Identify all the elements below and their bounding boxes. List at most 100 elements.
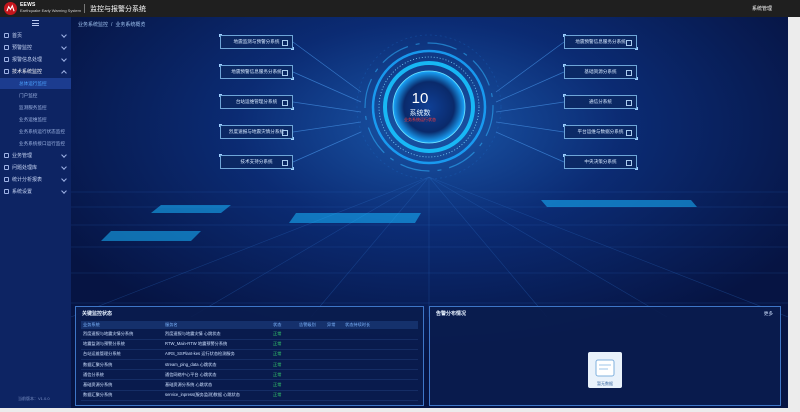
table-row[interactable]: 烈度速报与地震灾情分系统 烈度速报与地震灾情 心跳状态 正常 — [81, 329, 418, 340]
table-row[interactable]: 通信分系统 通信网络中心平台 心跳状态 正常 — [81, 369, 418, 381]
app-frame: EEWS Earthquake Early Warning System 监控与… — [0, 0, 800, 412]
sidebar-subitem-monitoring-service[interactable]: 监测服务监控 — [0, 102, 71, 113]
sidebar-item-label: 预警监控 — [12, 45, 33, 51]
table-row[interactable]: 台站运维管理分系统 AIRS_SSPlant-kes 运行状态检测服务 正常 — [81, 349, 418, 361]
sidebar-item-tech-monitor[interactable]: 技术系统监控 — [0, 66, 71, 77]
header-divider — [84, 4, 85, 13]
table-cell — [297, 339, 325, 350]
column-header: 状态 — [271, 321, 297, 329]
sidebar-subitem-overall[interactable]: 总体运行监控 — [0, 78, 71, 89]
table-cell: 通信分系统 — [81, 369, 163, 381]
table-row[interactable]: 基础资源分系统 基础资源分系统 心跳状态 正常 — [81, 379, 418, 391]
panel-title: 告警分布情况 — [436, 311, 467, 317]
sidebar-item-reports[interactable]: 统计分析报表 — [0, 174, 71, 185]
table-cell: 基础资源分系统 — [81, 379, 163, 391]
table-cell — [343, 379, 418, 391]
table-row[interactable]: 数据汇聚分系统 service_inpress(服务监测)数据 心跳状态 正常 — [81, 390, 418, 401]
table-cell — [325, 369, 343, 381]
subsystem-right-5[interactable]: 中央决策分系统 — [563, 154, 638, 170]
menu-toggle-icon[interactable] — [32, 20, 39, 26]
sidebar-item-label: 技术系统监控 — [12, 69, 43, 75]
subsystem-left-2[interactable]: 地震预警信息服务分系统 — [219, 64, 294, 80]
table-cell — [325, 339, 343, 350]
subsystem-left-1[interactable]: 地震监测与预警分系统 — [219, 34, 294, 50]
sidebar-subitem-interface[interactable]: 业务系统接口运行监控 — [0, 138, 71, 149]
table-cell — [343, 359, 418, 371]
column-header: 服务名 — [163, 321, 271, 329]
subsystem-label: 技术支持分系统 — [240, 159, 273, 164]
more-link[interactable]: 更多 — [764, 311, 773, 317]
subsystem-left-4[interactable]: 烈度速报与地震灾情分系统 — [219, 124, 294, 140]
breadcrumb: 业务系统监控 / 业务系统概览 — [78, 22, 146, 28]
sidebar-item-business[interactable]: 业务管理 — [0, 150, 71, 161]
top-header: EEWS Earthquake Early Warning System 监控与… — [0, 0, 800, 17]
table-cell: 地震监测与预警分系统 — [81, 339, 163, 350]
table-cell: AIRS_SSPlant-kes 运行状态检测服务 — [163, 349, 271, 361]
subsystem-label: 烈度速报与地震灾情分系统 — [228, 129, 285, 134]
brand-logo-icon — [4, 2, 17, 15]
column-header: 业务系统 — [81, 321, 163, 329]
subsystem-right-3[interactable]: 通信分系统 — [563, 94, 638, 110]
chevron-down-icon — [61, 176, 67, 182]
sidebar: 首页 预警监控 报警信息处理 技术系统监控 总体运行监控 门户监控 监测服务监控… — [0, 17, 71, 408]
sidebar-subitem-run-state[interactable]: 业务系统运行状态监控 — [0, 126, 71, 137]
subsystem-left-5[interactable]: 技术支持分系统 — [219, 154, 294, 170]
table-cell — [297, 369, 325, 381]
subsystem-label: 地震监测与预警分系统 — [233, 39, 280, 44]
subsystem-label: 台站运维管理分系统 — [235, 99, 278, 104]
gear-icon — [4, 189, 9, 194]
sidebar-subitem-ops[interactable]: 业务运维监控 — [0, 114, 71, 125]
version-label: 当前版本：V1.0.0 — [18, 396, 50, 401]
table-cell — [325, 359, 343, 371]
table-cell: stream_ping_data 心跳状态 — [163, 359, 271, 371]
subsystem-left-3[interactable]: 台站运维管理分系统 — [219, 94, 294, 110]
table-cell — [297, 349, 325, 361]
sidebar-subitem-portal[interactable]: 门户监控 — [0, 90, 71, 101]
user-menu[interactable]: 系统管理 — [752, 5, 772, 12]
sidebar-item-settings[interactable]: 系统设置 — [0, 186, 71, 197]
breadcrumb-current: 业务系统概览 — [115, 22, 146, 28]
subsystem-right-2[interactable]: 基础资源分系统 — [563, 64, 638, 80]
sidebar-item-alarm-processing[interactable]: 报警信息处理 — [0, 54, 71, 65]
table-cell — [325, 379, 343, 391]
column-header: 异常 — [325, 321, 343, 329]
main-content: 业务系统监控 / 业务系统概览 地震监测与预警分系统 地震预警信息服务分系统 台站运… — [71, 17, 788, 408]
status-table: 业务系统 服务名 状态 告警级别 异常 状态持续时长 烈度速报与地震灾情分系统烈… — [81, 321, 418, 401]
subsystem-label: 地震预警信息服务分系统 — [231, 69, 282, 74]
table-cell — [297, 329, 325, 340]
table-cell: service_inpress(服务监测)数据 心跳状态 — [163, 390, 271, 401]
panel-title: 关键监控状态 — [82, 311, 113, 317]
table-cell — [343, 390, 418, 401]
report-icon — [4, 177, 9, 182]
sidebar-item-label: 首页 — [12, 33, 23, 39]
table-cell: 基础资源分系统 心跳状态 — [163, 379, 271, 391]
table-cell — [343, 349, 418, 361]
sidebar-item-warning-monitor[interactable]: 预警监控 — [0, 42, 71, 53]
issue-icon — [4, 165, 9, 170]
table-cell: RTW_Main-RTW 地震预警分系统 — [163, 339, 271, 350]
sidebar-item-home[interactable]: 首页 — [0, 30, 71, 41]
table-cell: 烈度速报与地震灾情分系统 — [81, 329, 163, 340]
column-header: 告警级别 — [297, 321, 325, 329]
table-cell: 正常 — [271, 390, 297, 401]
table-cell — [297, 359, 325, 371]
alarm-icon — [4, 57, 9, 62]
system-icon — [4, 69, 9, 74]
subsystem-label: 平台运维与数据分系统 — [577, 129, 624, 134]
briefcase-icon — [4, 153, 9, 158]
table-row[interactable]: 地震监测与预警分系统 RTW_Main-RTW 地震预警分系统 正常 — [81, 339, 418, 350]
subsystem-label: 基础资源分系统 — [584, 69, 617, 74]
subsystem-right-4[interactable]: 平台运维与数据分系统 — [563, 124, 638, 140]
table-cell: 正常 — [271, 369, 297, 381]
table-cell: 正常 — [271, 329, 297, 340]
brand-block: EEWS Earthquake Early Warning System — [20, 2, 81, 14]
sidebar-item-issues[interactable]: 问题处理库 — [0, 162, 71, 173]
subsystem-label: 通信分系统 — [589, 99, 612, 104]
sidebar-item-label: 问题处理库 — [12, 165, 38, 171]
table-cell: 正常 — [271, 349, 297, 361]
subsystem-right-1[interactable]: 地震预警信息服务分系统 — [563, 34, 638, 50]
breadcrumb-item[interactable]: 业务系统监控 — [78, 22, 108, 28]
table-cell: 数据汇聚分系统 — [81, 390, 163, 401]
table-cell: 通信网络中心平台 心跳状态 — [163, 369, 271, 381]
table-row[interactable]: 数据汇聚分系统 stream_ping_data 心跳状态 正常 — [81, 359, 418, 371]
